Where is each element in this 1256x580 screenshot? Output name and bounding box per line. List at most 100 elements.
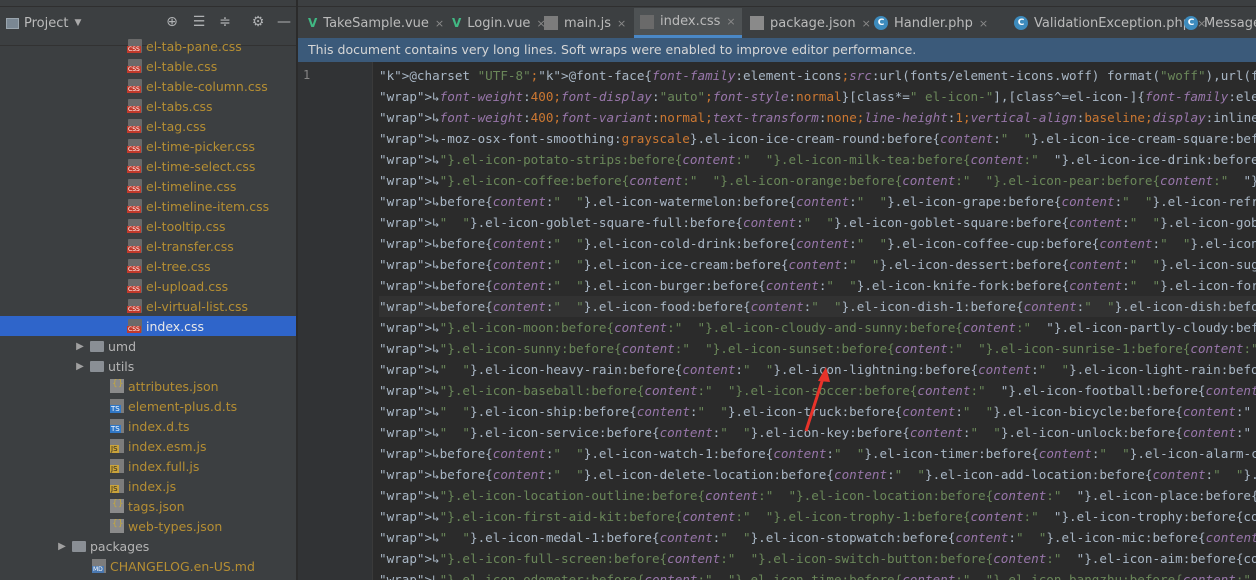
css-file-icon: [127, 159, 142, 173]
tree-item-label: el-table-column.css: [146, 78, 268, 94]
code-editor[interactable]: 1 "k">@charset "UTF-8";"k">@font-face{fo…: [298, 62, 1256, 580]
json-file-icon: [110, 379, 124, 393]
tree-file[interactable]: el-timeline-item.css: [0, 196, 296, 216]
code-line: "wrap">↳font-weight:400;font-variant:nor…: [379, 110, 1256, 125]
tab-label: main.js: [564, 15, 611, 31]
chevron-down-icon: ▼: [74, 18, 82, 28]
close-icon[interactable]: ×: [726, 15, 735, 28]
code-line: "k">@charset "UTF-8";"k">@font-face{font…: [379, 68, 1256, 83]
code-line: "wrap">↳" "}.el-icon-medal-1:before{cont…: [379, 530, 1256, 545]
chevron-right-icon[interactable]: ▶: [74, 361, 86, 372]
code-line: "wrap">↳"}.el-icon-moon:before{content:"…: [379, 320, 1256, 335]
tab-vue[interactable]: V TakeSample.vue ×: [302, 8, 450, 38]
tree-folder[interactable]: ▶ utils: [0, 356, 296, 376]
code-line: "wrap">↳before{content:" "}.el-icon-wate…: [379, 194, 1256, 209]
project-view-selector[interactable]: Project ▼: [6, 13, 81, 33]
tree-item-label: el-transfer.css: [146, 238, 234, 254]
tree-file[interactable]: attributes.json: [0, 376, 296, 396]
locate-icon[interactable]: ⊕: [163, 13, 181, 31]
tree-folder[interactable]: ▶ packages: [0, 536, 296, 556]
code-line: "wrap">↳"}.el-icon-sunny:before{content:…: [379, 341, 1256, 356]
tree-folder[interactable]: ▶ umd: [0, 336, 296, 356]
tree-file[interactable]: CHANGELOG.en-US.md: [0, 556, 296, 576]
tree-item-label: el-timeline.css: [146, 178, 237, 194]
tree-file[interactable]: index.css: [0, 316, 296, 336]
chevron-right-icon[interactable]: ▶: [74, 341, 86, 352]
md-file-icon: [92, 559, 106, 573]
tab-label: index.css: [660, 14, 721, 29]
css-file-icon: [127, 119, 142, 133]
css-file-icon: [127, 139, 142, 153]
css-file-icon: [127, 39, 142, 53]
tree-file[interactable]: el-time-select.css: [0, 156, 296, 176]
close-icon[interactable]: ×: [979, 17, 988, 30]
tree-file[interactable]: index.esm.js: [0, 436, 296, 456]
top-strip: [0, 0, 296, 7]
css-file-icon: [127, 59, 142, 73]
tree-file[interactable]: el-upload.css: [0, 276, 296, 296]
project-panel: Project ▼ ⊕ ☰ ≑ ⚙ — el-tab-pane.cssel-ta…: [0, 0, 297, 580]
soft-wrap-notice: This document contains very long lines. …: [298, 38, 1256, 62]
tree-file[interactable]: index.d.ts: [0, 416, 296, 436]
close-icon[interactable]: ×: [435, 17, 444, 30]
tab-json[interactable]: package.json ×: [744, 8, 877, 38]
tab-css[interactable]: index.css ×: [634, 8, 742, 38]
tree-item-label: element-plus.d.ts: [128, 398, 238, 414]
tree-item-label: CHANGELOG.en-US.md: [110, 558, 255, 574]
js-file-icon: [110, 439, 124, 453]
tab-label: TakeSample.vue: [323, 15, 429, 31]
tree-file[interactable]: el-transfer.css: [0, 236, 296, 256]
css-file-icon: [127, 259, 142, 273]
tree-item-label: el-upload.css: [146, 278, 229, 294]
tree-file[interactable]: el-time-picker.css: [0, 136, 296, 156]
vue-file-icon: V: [308, 16, 318, 30]
tree-item-label: web-types.json: [128, 518, 223, 534]
tree-file[interactable]: index.full.js: [0, 456, 296, 476]
tree-file[interactable]: tags.json: [0, 496, 296, 516]
tree-file[interactable]: el-tag.css: [0, 116, 296, 136]
tree-item-label: index.full.js: [128, 458, 200, 474]
code-line: "wrap">↳"}.el-icon-location-outline:befo…: [379, 488, 1256, 503]
hide-icon[interactable]: —: [275, 13, 293, 31]
tree-file[interactable]: el-tooltip.css: [0, 216, 296, 236]
collapse-all-icon[interactable]: ≑: [216, 13, 234, 31]
tab-php[interactable]: CMessage×: [1178, 8, 1256, 38]
close-icon[interactable]: ×: [617, 17, 626, 30]
tab-label: Message: [1204, 15, 1256, 31]
project-icon: [6, 17, 19, 29]
code-line: "wrap">↳before{content:" "}.el-icon-ice-…: [379, 257, 1256, 272]
tree-file[interactable]: el-timeline.css: [0, 176, 296, 196]
tree-file[interactable]: web-types.json: [0, 516, 296, 536]
tab-vue[interactable]: V Login.vue ×: [446, 8, 552, 38]
tree-item-label: umd: [108, 338, 137, 354]
code-area[interactable]: "k">@charset "UTF-8";"k">@font-face{font…: [379, 65, 1256, 580]
css-file-icon: [127, 179, 142, 193]
tree-file[interactable]: el-table.css: [0, 56, 296, 76]
tree-file[interactable]: el-table-column.css: [0, 76, 296, 96]
tree-file[interactable]: el-virtual-list.css: [0, 296, 296, 316]
json-file-icon: [110, 519, 124, 533]
css-file-icon: [127, 279, 142, 293]
tab-label: Login.vue: [467, 15, 531, 31]
tree-file[interactable]: index.js: [0, 476, 296, 496]
tree-item-label: el-tree.css: [146, 258, 211, 274]
project-tree: el-tab-pane.css el-table.css el-table-colu…: [0, 36, 296, 576]
php-file-icon: C: [1184, 16, 1198, 30]
tab-js[interactable]: main.js ×: [538, 8, 632, 38]
tree-file[interactable]: element-plus.d.ts: [0, 396, 296, 416]
tree-file[interactable]: el-tree.css: [0, 256, 296, 276]
js-file-icon: [110, 459, 124, 473]
css-file-icon: [640, 14, 654, 29]
expand-all-icon[interactable]: ☰: [190, 13, 208, 31]
tree-file[interactable]: el-tabs.css: [0, 96, 296, 116]
code-line: "wrap">↳before{content:" "}.el-icon-burg…: [379, 278, 1256, 293]
tab-php[interactable]: C Handler.php ×: [868, 8, 994, 38]
css-file-icon: [127, 99, 142, 113]
gear-icon[interactable]: ⚙: [249, 13, 267, 31]
code-line: "wrap">↳before{content:" "}.el-icon-food…: [379, 296, 1256, 317]
folder-file-icon: [90, 360, 104, 372]
php-file-icon: C: [1014, 16, 1028, 30]
chevron-right-icon[interactable]: ▶: [56, 541, 68, 552]
tree-item-label: attributes.json: [128, 378, 219, 394]
tree-file[interactable]: el-tab-pane.css: [0, 36, 296, 56]
